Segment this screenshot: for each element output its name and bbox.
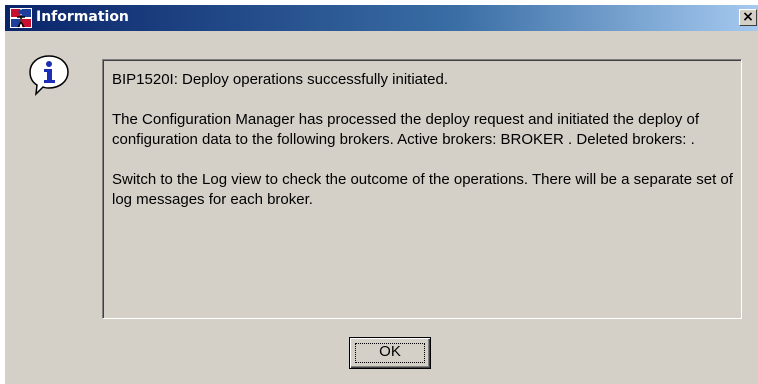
window-title: Information bbox=[36, 9, 129, 25]
ok-button-label: OK bbox=[379, 343, 401, 360]
message-status-line: BIP1520I: Deploy operations successfully… bbox=[112, 71, 449, 88]
information-icon bbox=[29, 55, 69, 97]
message-panel: BIP1520I: Deploy operations successfully… bbox=[102, 59, 742, 319]
app-logo-icon bbox=[10, 8, 32, 28]
information-dialog: Information × BIP1520I: Deploy operation… bbox=[4, 4, 758, 384]
message-instructions: Switch to the Log view to check the outc… bbox=[112, 171, 733, 208]
ok-button[interactable]: OK bbox=[349, 337, 431, 369]
close-button[interactable]: × bbox=[739, 9, 757, 26]
message-details: The Configuration Manager has processed … bbox=[112, 111, 700, 148]
title-bar[interactable]: Information × bbox=[5, 5, 758, 31]
